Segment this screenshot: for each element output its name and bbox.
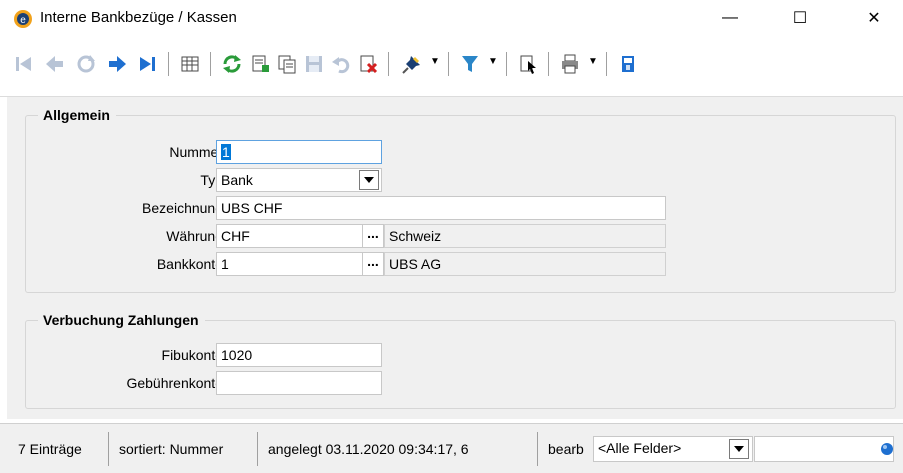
toolbar-separator xyxy=(168,52,169,76)
nummer-input[interactable]: 1 xyxy=(216,140,382,164)
waehrung-input[interactable]: CHF xyxy=(216,224,382,248)
chevron-down-icon xyxy=(734,446,744,452)
close-button[interactable]: ✕ xyxy=(846,0,902,36)
filter-dropdown-icon[interactable]: ▼ xyxy=(488,56,498,67)
waehrung-description: Schweiz xyxy=(384,224,666,248)
toolbar-separator xyxy=(448,52,449,76)
toolbar-separator xyxy=(506,52,507,76)
filter-button[interactable] xyxy=(456,50,484,78)
last-record-button[interactable] xyxy=(134,50,162,78)
title-bar: e Interne Bankbezüge / Kassen — ☐ ✕ xyxy=(0,0,903,36)
undo-button[interactable] xyxy=(327,50,355,78)
copy-record-button[interactable] xyxy=(273,50,301,78)
chevron-down-icon xyxy=(364,177,374,183)
bankkonto-input[interactable]: 1 xyxy=(216,252,382,276)
waehrung-label: Währung xyxy=(166,228,223,244)
bezeichnung-label: Bezeichnung xyxy=(142,200,223,216)
toolbar-separator xyxy=(388,52,389,76)
delete-button[interactable] xyxy=(354,50,382,78)
exit-icon xyxy=(622,56,634,72)
status-bar: 7 Einträge sortiert: Nummer angelegt 03.… xyxy=(0,423,903,473)
gebuehrenkonto-label: Gebührenkonto xyxy=(126,375,223,391)
verbuchung-title: Verbuchung Zahlungen xyxy=(38,312,205,328)
filter-icon xyxy=(462,56,478,72)
print-icon xyxy=(562,54,578,74)
lookup-button[interactable] xyxy=(514,50,542,78)
refresh-disabled-button[interactable] xyxy=(72,50,100,78)
previous-record-icon xyxy=(46,56,63,72)
table-view-button[interactable] xyxy=(176,50,204,78)
bankkonto-label: Bankkonto xyxy=(156,256,223,272)
minimize-button[interactable]: — xyxy=(702,0,758,36)
toolbar-separator xyxy=(210,52,211,76)
edited-status: bearb xyxy=(548,441,584,457)
gebuehrenkonto-input[interactable] xyxy=(216,371,382,395)
toolbar-separator xyxy=(548,52,549,76)
first-record-icon xyxy=(16,57,31,71)
bankkonto-description: UBS AG xyxy=(384,252,666,276)
delete-icon xyxy=(360,55,378,74)
last-record-icon xyxy=(140,57,155,71)
allgemein-title: Allgemein xyxy=(38,107,116,123)
allgemein-group: Allgemein Nummer 1 Typ Bank Bezeichnung … xyxy=(25,107,896,293)
bezeichnung-input[interactable]: UBS CHF xyxy=(216,196,666,220)
maximize-icon: ☐ xyxy=(792,10,808,27)
save-button[interactable] xyxy=(300,50,328,78)
waehrung-lookup-button[interactable]: ... xyxy=(362,224,384,248)
field-filter-dropdown-button[interactable] xyxy=(729,439,749,459)
pin-icon xyxy=(402,56,420,74)
app-icon: e xyxy=(13,9,33,29)
pin-button[interactable] xyxy=(398,50,426,78)
new-record-icon xyxy=(252,55,269,72)
created-status: angelegt 03.11.2020 09:34:17, 6 xyxy=(264,432,538,466)
next-record-icon xyxy=(109,56,126,72)
sort-status: sortiert: Nummer xyxy=(115,432,258,466)
reload-button[interactable] xyxy=(218,50,246,78)
toolbar-separator xyxy=(606,52,607,76)
reload-icon xyxy=(223,55,241,73)
next-record-button[interactable] xyxy=(103,50,131,78)
nummer-label: Nummer xyxy=(169,144,223,160)
save-icon xyxy=(306,56,322,72)
close-icon: ✕ xyxy=(867,10,881,27)
new-record-button[interactable] xyxy=(246,50,274,78)
window-title: Interne Bankbezüge / Kassen xyxy=(40,9,237,26)
maximize-button[interactable]: ☐ xyxy=(772,0,828,36)
svg-text:e: e xyxy=(20,15,26,26)
typ-select[interactable]: Bank xyxy=(216,168,382,192)
search-input[interactable] xyxy=(754,436,894,462)
bankkonto-lookup-button[interactable]: ... xyxy=(362,252,384,276)
lookup-icon xyxy=(520,55,536,74)
table-view-icon xyxy=(181,56,199,72)
refresh-disabled-icon xyxy=(77,55,95,73)
minimize-icon: — xyxy=(722,9,738,26)
print-button[interactable] xyxy=(556,50,584,78)
verbuchung-group: Verbuchung Zahlungen Fibukonto 1020 Gebü… xyxy=(25,312,896,409)
first-record-button[interactable] xyxy=(10,50,38,78)
previous-record-button[interactable] xyxy=(41,50,69,78)
print-dropdown-icon[interactable]: ▼ xyxy=(588,56,598,67)
record-count: 7 Einträge xyxy=(14,432,109,466)
exit-button[interactable] xyxy=(614,50,642,78)
copy-record-icon xyxy=(278,55,296,74)
search-icon[interactable] xyxy=(880,442,894,456)
main-panel: Allgemein Nummer 1 Typ Bank Bezeichnung … xyxy=(7,97,903,419)
toolbar: ▼ ▼ ▼ xyxy=(0,42,903,97)
pin-dropdown-icon[interactable]: ▼ xyxy=(430,56,440,67)
fibukonto-input[interactable]: 1020 xyxy=(216,343,382,367)
fibukonto-label: Fibukonto xyxy=(161,347,223,363)
undo-icon xyxy=(332,57,350,74)
typ-dropdown-button[interactable] xyxy=(359,170,379,190)
